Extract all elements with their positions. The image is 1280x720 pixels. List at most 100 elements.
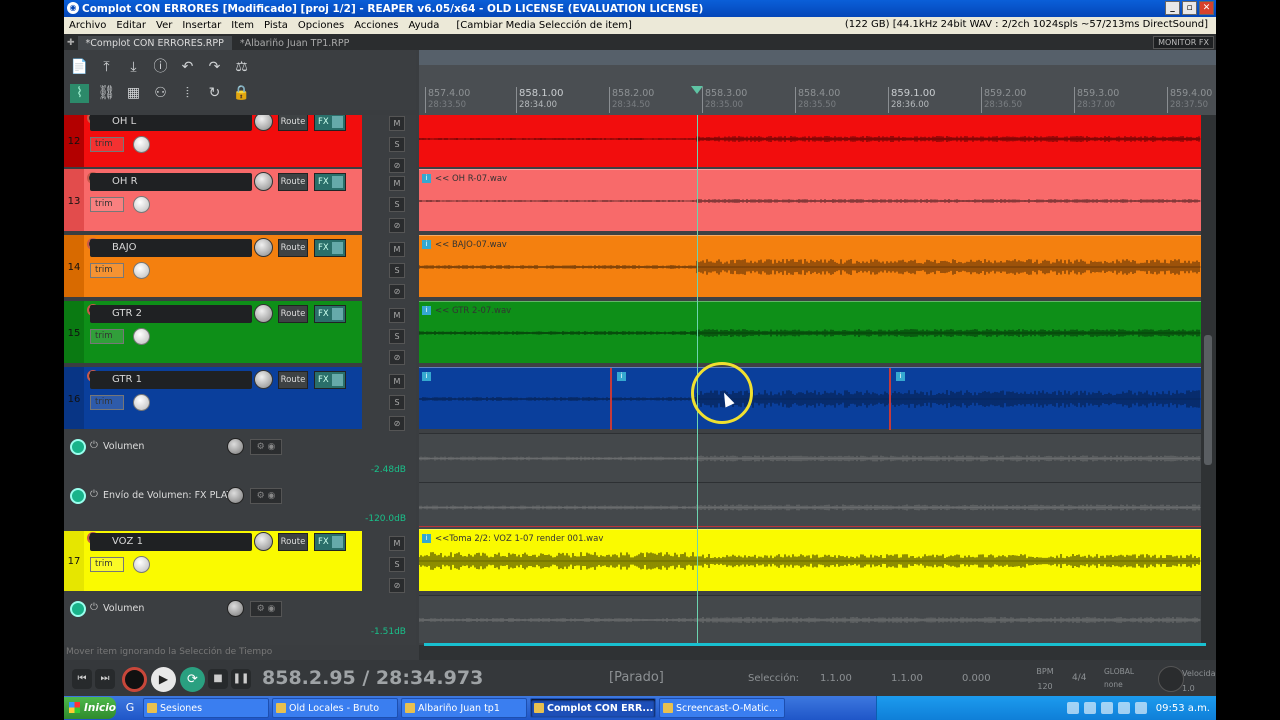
- vertical-scrollbar[interactable]: [1201, 115, 1216, 645]
- task-screencast[interactable]: Screencast-O-Matic...: [659, 698, 785, 718]
- route-button[interactable]: Route: [278, 173, 308, 191]
- track-number[interactable]: 15: [64, 301, 84, 363]
- lock-icon[interactable]: 🔒: [232, 84, 251, 103]
- fx-button[interactable]: FX: [314, 115, 346, 131]
- menu-last-action[interactable]: [Cambiar Media Selección de item]: [444, 20, 632, 31]
- envelope-lane-control[interactable]: ⏻ Envío de Volumen: FX PLATE ⚙ ◉ -120.0dB: [64, 482, 416, 531]
- tray-security-icon[interactable]: [1083, 702, 1096, 714]
- trim-automation-button[interactable]: trim: [90, 329, 124, 344]
- chrome-quick-launch-icon[interactable]: G: [120, 698, 140, 718]
- track-1[interactable]: 12 OH L Route FX trim M S ⊘: [64, 115, 416, 173]
- tray-bluetooth-icon[interactable]: [1100, 702, 1113, 714]
- media-item-lane[interactable]: i <<Toma 2/2: VOZ 1-07 render 001.wav: [419, 529, 1201, 591]
- position-readout[interactable]: 858.2.95 / 28:34.973: [262, 667, 483, 689]
- undo-icon[interactable]: ↶: [178, 58, 197, 77]
- track-3[interactable]: 14 BAJO Route FX trim M S ⊘: [64, 235, 416, 299]
- phase-invert-button[interactable]: ⊘: [389, 350, 405, 365]
- snap-grid-icon[interactable]: ▦: [124, 84, 143, 103]
- menu-acciones[interactable]: Acciones: [349, 20, 403, 31]
- minimize-button[interactable]: _: [1165, 1, 1180, 15]
- tempo-display[interactable]: BPM 120: [1026, 664, 1064, 694]
- track-5[interactable]: 16 GTR 1 Route FX trim M S ⊘: [64, 367, 416, 431]
- global-automation[interactable]: GLOBAL none: [1104, 665, 1134, 691]
- volume-knob[interactable]: [254, 238, 273, 257]
- track-4[interactable]: 15 GTR 2 Route FX trim M S ⊘: [64, 301, 416, 365]
- track-panel[interactable]: VOZ 1 Route FX trim: [84, 529, 362, 591]
- envelope-line[interactable]: [419, 526, 1201, 527]
- item-info-icon[interactable]: i: [422, 174, 431, 183]
- item-split-edge[interactable]: [889, 368, 891, 430]
- tray-volume-icon[interactable]: [1117, 702, 1130, 714]
- solo-button[interactable]: S: [389, 137, 405, 152]
- monitor-fx-button[interactable]: MONITOR FX: [1153, 36, 1214, 49]
- media-item-lane[interactable]: iii: [419, 367, 1201, 430]
- selection-end[interactable]: 1.1.00: [891, 673, 923, 684]
- go-to-end-button[interactable]: ⏭: [95, 669, 115, 689]
- envelope-settings-button[interactable]: ⚙ ◉: [250, 601, 282, 617]
- media-item-lane[interactable]: i << OH R-07.wav: [419, 169, 1201, 231]
- track-panel[interactable]: BAJO Route FX trim: [84, 235, 362, 297]
- playrate-knob[interactable]: [1158, 666, 1184, 692]
- route-button[interactable]: Route: [278, 533, 308, 551]
- track-name[interactable]: OH R: [90, 173, 252, 191]
- task-sesiones[interactable]: Sesiones: [143, 698, 269, 718]
- item-info-icon[interactable]: i: [617, 372, 626, 381]
- open-project-icon[interactable]: ⤒: [97, 58, 116, 77]
- track-number[interactable]: 16: [64, 367, 84, 429]
- solo-button[interactable]: S: [389, 329, 405, 344]
- route-button[interactable]: Route: [278, 115, 308, 131]
- fx-button[interactable]: FX: [314, 173, 346, 191]
- phase-invert-button[interactable]: ⊘: [389, 284, 405, 299]
- item-info-icon[interactable]: i: [896, 372, 905, 381]
- timeline-ruler[interactable]: 857.4.00 28:33.50 858.1.00 28:34.00 858.2.00…: [419, 65, 1216, 115]
- tab-albarino[interactable]: *Albariño Juan TP1.RPP: [232, 36, 357, 50]
- pan-knob[interactable]: [133, 394, 150, 411]
- volume-knob[interactable]: [254, 172, 273, 191]
- envelope-bypass-icon[interactable]: ⏻: [90, 489, 98, 500]
- item-info-icon[interactable]: i: [422, 534, 431, 543]
- trim-automation-button[interactable]: trim: [90, 137, 124, 152]
- mute-button[interactable]: M: [389, 242, 405, 257]
- volume-knob[interactable]: [254, 370, 273, 389]
- trim-automation-button[interactable]: trim: [90, 395, 124, 410]
- track-name[interactable]: GTR 1: [90, 371, 252, 389]
- route-button[interactable]: Route: [278, 371, 308, 389]
- selection-start[interactable]: 1.1.00: [820, 673, 852, 684]
- track-number[interactable]: 14: [64, 235, 84, 297]
- time-signature[interactable]: 4/4: [1072, 673, 1086, 683]
- envelope-value-knob[interactable]: [227, 438, 244, 455]
- track-name[interactable]: BAJO: [90, 239, 252, 257]
- task-complot[interactable]: Complot CON ERR...: [530, 698, 656, 718]
- fx-button[interactable]: FX: [314, 533, 346, 551]
- envelope-lane[interactable]: [419, 595, 1201, 643]
- envelope-value-knob[interactable]: [227, 487, 244, 504]
- loop-points-icon[interactable]: ↻: [205, 84, 224, 103]
- item-info-icon[interactable]: i: [422, 306, 431, 315]
- track-panel[interactable]: OH R Route FX trim: [84, 169, 362, 231]
- repeat-button[interactable]: ⟳: [180, 667, 205, 692]
- route-button[interactable]: Route: [278, 305, 308, 323]
- envelope-active-icon[interactable]: [70, 488, 86, 504]
- menu-archivo[interactable]: Archivo: [64, 20, 111, 31]
- menu-insertar[interactable]: Insertar: [177, 20, 226, 31]
- media-item-lane[interactable]: i << BAJO-07.wav: [419, 235, 1201, 297]
- pan-knob[interactable]: [133, 556, 150, 573]
- task-old-locales[interactable]: Old Locales - Bruto: [272, 698, 398, 718]
- tray-update-icon[interactable]: [1134, 702, 1147, 714]
- metronome-icon[interactable]: ⚖: [232, 58, 251, 77]
- track-6[interactable]: 17 VOZ 1 Route FX trim M S ⊘: [64, 529, 416, 593]
- media-item-lane[interactable]: [419, 115, 1201, 167]
- item-split-edge[interactable]: [610, 368, 612, 430]
- solo-button[interactable]: S: [389, 395, 405, 410]
- menu-item[interactable]: Item: [226, 20, 259, 31]
- envelope-bypass-icon[interactable]: ⏻: [90, 602, 98, 613]
- menu-ver[interactable]: Ver: [151, 20, 177, 31]
- mute-button[interactable]: M: [389, 536, 405, 551]
- mute-button[interactable]: M: [389, 308, 405, 323]
- tab-complot[interactable]: *Complot CON ERRORES.RPP: [77, 36, 232, 50]
- stop-button[interactable]: ■: [208, 669, 228, 689]
- volume-knob[interactable]: [254, 532, 273, 551]
- mute-button[interactable]: M: [389, 176, 405, 191]
- track-panel[interactable]: OH L Route FX trim: [84, 115, 362, 167]
- horizontal-scrollbar[interactable]: [419, 643, 1216, 660]
